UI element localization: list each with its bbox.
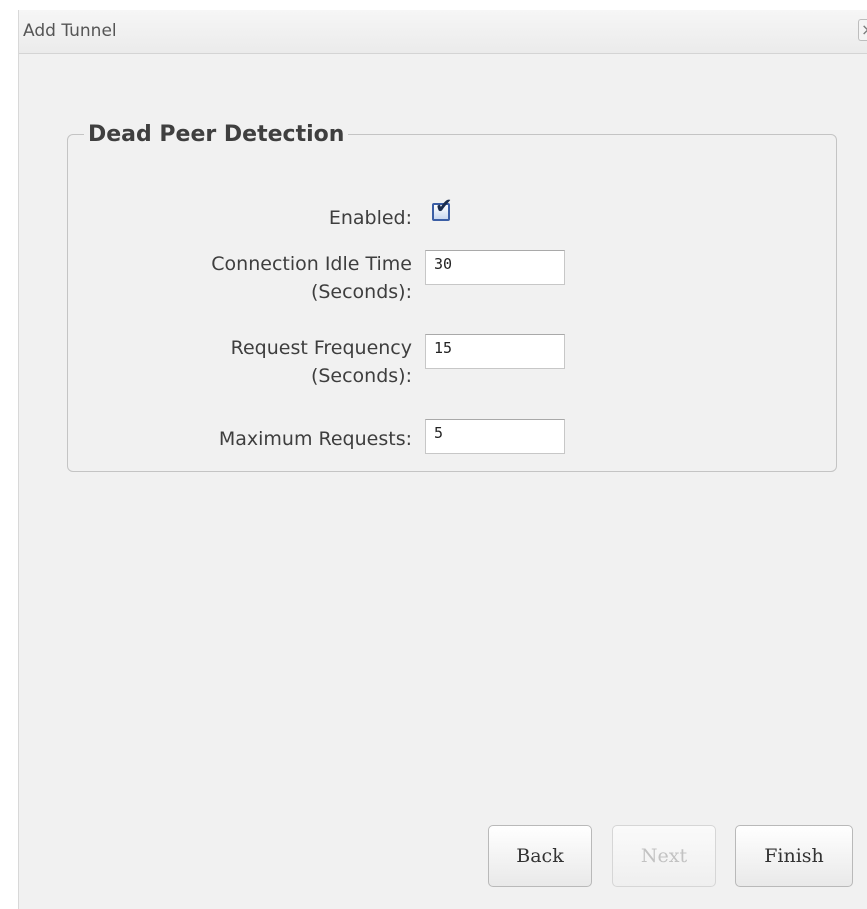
dialog-titlebar: Add Tunnel ×: [19, 10, 867, 54]
idle-time-label-line2: (Seconds):: [310, 281, 412, 303]
dead-peer-detection-section: Dead Peer Detection Enabled: ✔ Connectio…: [67, 122, 837, 472]
max-requests-label: Maximum Requests:: [218, 428, 412, 450]
request-frequency-label-line1: Request Frequency: [230, 337, 412, 359]
idle-time-label: Connection Idle Time (Seconds):: [211, 250, 412, 306]
close-icon[interactable]: ×: [858, 19, 867, 41]
request-frequency-input[interactable]: [425, 334, 565, 369]
section-legend: Dead Peer Detection: [88, 122, 345, 147]
check-icon: ✔: [435, 194, 453, 218]
idle-time-input[interactable]: [425, 250, 565, 285]
back-button[interactable]: Back: [488, 825, 592, 887]
enabled-checkbox[interactable]: ✔: [432, 196, 453, 221]
next-button[interactable]: Next: [612, 825, 716, 887]
max-requests-input[interactable]: [425, 419, 565, 454]
dialog-title: Add Tunnel: [23, 21, 117, 41]
request-frequency-label-line2: (Seconds):: [310, 365, 412, 387]
finish-button[interactable]: Finish: [735, 825, 853, 887]
add-tunnel-dialog: Add Tunnel × Dead Peer Detection Enabled…: [18, 10, 867, 909]
enabled-label: Enabled:: [328, 207, 412, 229]
request-frequency-label: Request Frequency (Seconds):: [231, 334, 412, 390]
idle-time-label-line1: Connection Idle Time: [211, 253, 412, 275]
